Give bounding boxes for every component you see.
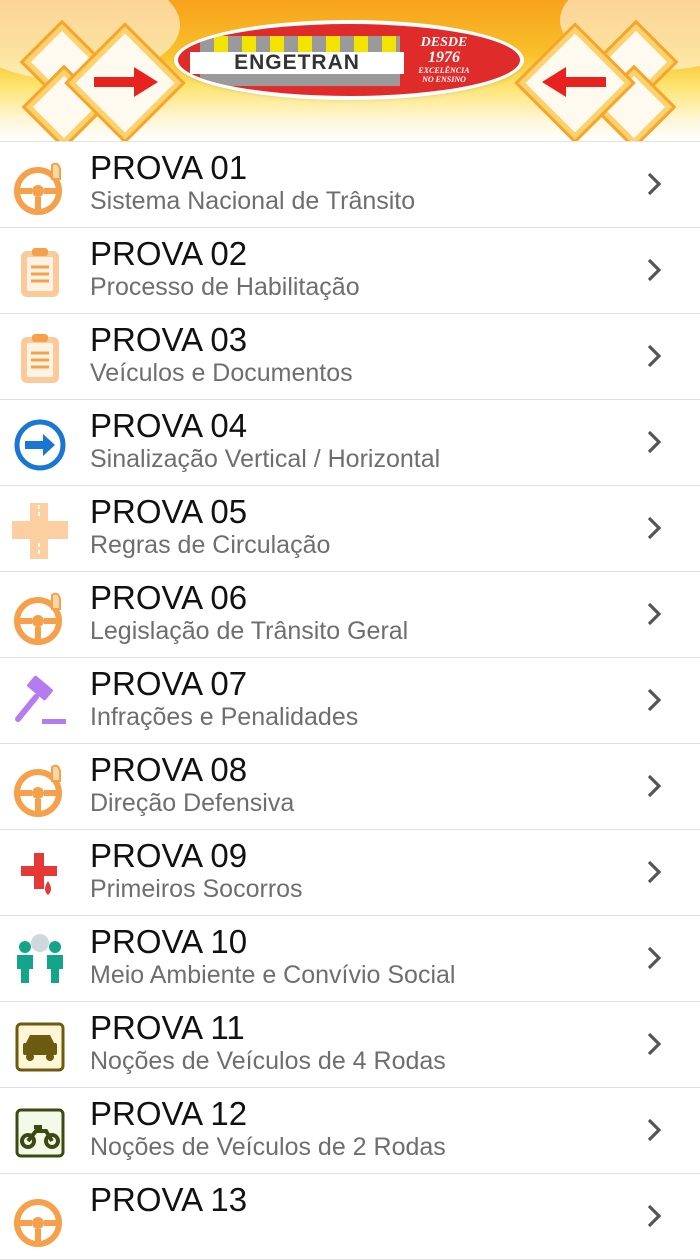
sign-arrow-icon [12,417,68,473]
list-item-prova-09[interactable]: PROVA 09 Primeiros Socorros [0,830,700,916]
steering-wheel-icon [12,159,68,215]
item-subtitle: Noções de Veículos de 2 Rodas [90,1133,446,1161]
engetran-logo: ENGETRAN DESDE 1976 EXCELÊNCIA NO ENSINO [178,24,520,96]
item-title: PROVA 06 [90,579,248,616]
arrow-left-icon[interactable] [534,62,614,102]
item-subtitle: Direção Defensiva [90,789,295,817]
item-subtitle: Sistema Nacional de Trânsito [90,187,416,215]
steering-wheel-icon [12,1191,68,1247]
list-item-prova-12[interactable]: PROVA 12 Noções de Veículos de 2 Rodas [0,1088,700,1174]
item-title: PROVA 05 [90,493,248,530]
item-subtitle: Sinalização Vertical / Horizontal [90,445,441,473]
item-title: PROVA 12 [90,1095,248,1132]
chevron-right-icon [642,1204,666,1228]
gavel-icon [12,675,68,731]
stamp-line: EXCELÊNCIA [418,66,470,75]
chevron-right-icon [642,1032,666,1056]
item-subtitle: Noções de Veículos de 4 Rodas [90,1047,446,1075]
list-item-prova-07[interactable]: PROVA 07 Infrações e Penalidades [0,658,700,744]
item-title: PROVA 02 [90,235,248,272]
item-subtitle: Legislação de Trânsito Geral [90,617,409,645]
item-title: PROVA 11 [90,1009,245,1046]
chevron-right-icon [642,430,666,454]
clipboard-icon [12,331,68,387]
list-item-prova-11[interactable]: PROVA 11 Noções de Veículos de 4 Rodas [0,1002,700,1088]
list-item-prova-01[interactable]: PROVA 01 Sistema Nacional de Trânsito [0,142,700,228]
item-title: PROVA 13 [90,1181,248,1218]
app-header: ENGETRAN DESDE 1976 EXCELÊNCIA NO ENSINO [0,0,700,141]
clipboard-icon [12,245,68,301]
item-subtitle: Primeiros Socorros [90,875,303,903]
list-item-prova-08[interactable]: PROVA 08 Direção Defensiva [0,744,700,830]
stamp-year: 1976 [428,49,460,66]
list-item-prova-05[interactable]: PROVA 05 Regras de Circulação [0,486,700,572]
item-title: PROVA 07 [90,665,248,702]
list-item-prova-03[interactable]: PROVA 03 Veículos e Documentos [0,314,700,400]
chevron-right-icon [642,860,666,884]
list-item-prova-02[interactable]: PROVA 02 Processo de Habilitação [0,228,700,314]
crossroad-icon [12,503,68,559]
chevron-right-icon [642,602,666,626]
list-item-prova-06[interactable]: PROVA 06 Legislação de Trânsito Geral [0,572,700,658]
list-item-prova-13[interactable]: PROVA 13 [0,1174,700,1260]
chevron-right-icon [642,1118,666,1142]
item-subtitle: Processo de Habilitação [90,273,360,301]
chevron-right-icon [642,344,666,368]
item-title: PROVA 10 [90,923,248,960]
steering-wheel-icon [12,589,68,645]
logo-wordmark: ENGETRAN [190,51,404,74]
steering-wheel-icon [12,761,68,817]
first-aid-icon [12,847,68,903]
chevron-right-icon [642,172,666,196]
chevron-right-icon [642,946,666,970]
logo-stripe [200,36,400,52]
item-title: PROVA 04 [90,407,248,444]
chevron-right-icon [642,516,666,540]
stamp-line: DESDE [420,35,468,50]
arrow-right-icon[interactable] [86,62,166,102]
item-subtitle: Regras de Circulação [90,531,331,559]
item-title: PROVA 08 [90,751,248,788]
exam-list: PROVA 01 Sistema Nacional de Trânsito PR… [0,141,700,1260]
list-item-prova-10[interactable]: PROVA 10 Meio Ambiente e Convívio Social [0,916,700,1002]
chevron-right-icon [642,258,666,282]
item-title: PROVA 01 [90,149,248,186]
item-subtitle: Meio Ambiente e Convívio Social [90,961,456,989]
chevron-right-icon [642,688,666,712]
item-title: PROVA 09 [90,837,248,874]
people-icon [12,933,68,989]
chevron-right-icon [642,774,666,798]
logo-stamp: DESDE 1976 EXCELÊNCIA NO ENSINO [400,35,488,85]
item-subtitle: Veículos e Documentos [90,359,353,387]
item-title: PROVA 03 [90,321,248,358]
motorcycle-icon [12,1105,68,1161]
list-item-prova-04[interactable]: PROVA 04 Sinalização Vertical / Horizont… [0,400,700,486]
stamp-line: NO ENSINO [422,75,466,84]
logo-stripe [200,74,400,86]
item-subtitle: Infrações e Penalidades [90,703,359,731]
car-icon [12,1019,68,1075]
